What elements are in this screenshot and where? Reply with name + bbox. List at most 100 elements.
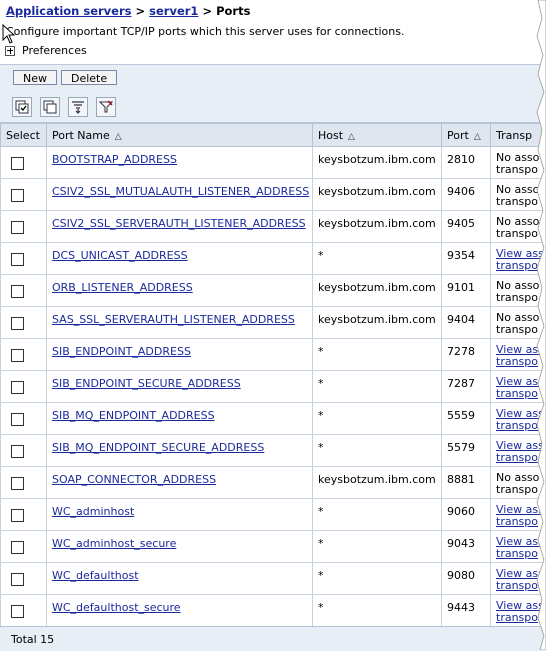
preferences-toggle[interactable]: Preferences — [5, 44, 87, 57]
port-name-link[interactable]: DCS_UNICAST_ADDRESS — [52, 249, 188, 262]
breadcrumb-current: Ports — [216, 4, 250, 18]
row-checkbox[interactable] — [11, 253, 24, 266]
port-name-cell: WC_defaulthost_secure — [47, 595, 313, 627]
table-row: WC_adminhost_secure*9043View ass transpo — [1, 531, 546, 563]
breadcrumb-server1-link[interactable]: server1 — [149, 4, 198, 18]
breadcrumb-application-servers-link[interactable]: Application servers — [6, 4, 131, 18]
row-checkbox[interactable] — [11, 445, 24, 458]
port-name-link[interactable]: CSIV2_SSL_MUTUALAUTH_LISTENER_ADDRESS — [52, 185, 309, 198]
row-checkbox[interactable] — [11, 413, 24, 426]
table-row: DCS_UNICAST_ADDRESS*9354View ass transpo — [1, 243, 546, 275]
port-name-link[interactable]: CSIV2_SSL_SERVERAUTH_LISTENER_ADDRESS — [52, 217, 306, 230]
port-name-link[interactable]: ORB_LISTENER_ADDRESS — [52, 281, 193, 294]
table-row: SOAP_CONNECTOR_ADDRESSkeysbotzum.ibm.com… — [1, 467, 546, 499]
column-header-host[interactable]: Host △︎ — [313, 124, 442, 147]
table-row: WC_defaulthost*9080View ass transpo — [1, 563, 546, 595]
table-row: CSIV2_SSL_SERVERAUTH_LISTENER_ADDRESS key… — [1, 211, 546, 243]
delete-button[interactable]: Delete — [61, 70, 117, 85]
host-value: keysbotzum.ibm.com — [318, 211, 436, 230]
breadcrumb-separator: > — [131, 4, 149, 18]
row-checkbox[interactable] — [11, 317, 24, 330]
port-value: 9060 — [447, 499, 485, 518]
total-count: Total 15 — [11, 633, 54, 646]
row-checkbox[interactable] — [11, 573, 24, 586]
column-header-port[interactable]: Port△︎ — [442, 124, 491, 147]
port-name-cell: SAS_SSL_SERVERAUTH_LISTENER_ADDRESS — [47, 307, 313, 339]
row-checkbox[interactable] — [11, 285, 24, 298]
port-value: 7278 — [447, 339, 485, 358]
select-cell — [1, 339, 47, 371]
port-cell: 9060 — [442, 499, 491, 531]
port-name-cell: BOOTSTRAP_ADDRESS — [47, 147, 313, 179]
port-name-link[interactable]: SOAP_CONNECTOR_ADDRESS — [52, 473, 216, 486]
icon-toolbar — [0, 92, 546, 123]
row-checkbox[interactable] — [11, 349, 24, 362]
port-value: 9354 — [447, 243, 485, 262]
show-filter-icon[interactable] — [68, 97, 88, 117]
row-checkbox[interactable] — [11, 189, 24, 202]
port-name-cell: ORB_LISTENER_ADDRESS — [47, 275, 313, 307]
row-checkbox[interactable] — [11, 381, 24, 394]
port-name-cell: SOAP_CONNECTOR_ADDRESS — [47, 467, 313, 499]
host-value: keysbotzum.ibm.com — [318, 147, 436, 166]
sort-icon[interactable]: △︎ — [474, 132, 481, 142]
port-value: 9404 — [447, 307, 485, 326]
new-button[interactable]: New — [13, 70, 57, 85]
select-cell — [1, 275, 47, 307]
breadcrumb: Application servers > server1 > Ports — [6, 4, 250, 18]
table-row: SIB_ENDPOINT_ADDRESS*7278View ass transp… — [1, 339, 546, 371]
port-name-link[interactable]: SIB_ENDPOINT_SECURE_ADDRESS — [52, 377, 241, 390]
port-name-link[interactable]: WC_defaulthost_secure — [52, 601, 181, 614]
port-cell: 9043 — [442, 531, 491, 563]
page-description: Configure important TCP/IP ports which t… — [6, 25, 404, 38]
port-name-link[interactable]: SIB_MQ_ENDPOINT_SECURE_ADDRESS — [52, 441, 264, 454]
port-cell: 9406 — [442, 179, 491, 211]
port-value: 5579 — [447, 435, 485, 454]
port-name-cell: SIB_MQ_ENDPOINT_SECURE_ADDRESS — [47, 435, 313, 467]
host-cell: * — [313, 499, 442, 531]
select-cell — [1, 243, 47, 275]
port-name-link[interactable]: SIB_ENDPOINT_ADDRESS — [52, 345, 191, 358]
table-row: SAS_SSL_SERVERAUTH_LISTENER_ADDRESSkeysb… — [1, 307, 546, 339]
button-bar: New Delete — [0, 64, 546, 93]
port-name-link[interactable]: WC_adminhost_secure — [52, 537, 176, 550]
host-cell: * — [313, 243, 442, 275]
row-checkbox[interactable] — [11, 509, 24, 522]
host-value: keysbotzum.ibm.com — [318, 275, 436, 294]
sort-icon[interactable]: △︎ — [115, 132, 122, 142]
table-row: SIB_ENDPOINT_SECURE_ADDRESS*7287View ass… — [1, 371, 546, 403]
row-checkbox[interactable] — [11, 541, 24, 554]
host-cell: * — [313, 563, 442, 595]
port-value: 5559 — [447, 403, 485, 422]
port-name-header-label: Port Name — [52, 129, 110, 142]
clear-filter-icon[interactable] — [96, 97, 116, 117]
select-all-icon[interactable] — [12, 97, 32, 117]
port-name-link[interactable]: BOOTSTRAP_ADDRESS — [52, 153, 177, 166]
select-cell — [1, 307, 47, 339]
host-value: * — [318, 499, 436, 518]
row-checkbox[interactable] — [11, 221, 24, 234]
deselect-all-icon[interactable] — [40, 97, 60, 117]
sort-icon[interactable]: △︎ — [348, 132, 355, 142]
port-name-link[interactable]: WC_adminhost — [52, 505, 134, 518]
row-checkbox[interactable] — [11, 605, 24, 618]
port-cell: 9404 — [442, 307, 491, 339]
column-header-port-name[interactable]: Port Name △︎ — [47, 124, 313, 147]
port-name-cell: SIB_ENDPOINT_ADDRESS — [47, 339, 313, 371]
breadcrumb-separator: > — [198, 4, 216, 18]
row-checkbox[interactable] — [11, 157, 24, 170]
expand-plus-icon[interactable] — [5, 46, 15, 56]
port-cell: 8881 — [442, 467, 491, 499]
port-name-cell: SIB_ENDPOINT_SECURE_ADDRESS — [47, 371, 313, 403]
host-header-label: Host — [318, 129, 343, 142]
port-name-link[interactable]: WC_defaulthost — [52, 569, 139, 582]
row-checkbox[interactable] — [11, 477, 24, 490]
host-value: * — [318, 563, 436, 582]
port-name-link[interactable]: SIB_MQ_ENDPOINT_ADDRESS — [52, 409, 215, 422]
host-value: * — [318, 595, 436, 614]
port-name-link[interactable]: SAS_SSL_SERVERAUTH_LISTENER_ADDRESS — [52, 313, 295, 326]
select-header-label: Select — [6, 129, 40, 142]
select-cell — [1, 531, 47, 563]
select-cell — [1, 371, 47, 403]
table-footer: Total 15 — [0, 626, 546, 651]
